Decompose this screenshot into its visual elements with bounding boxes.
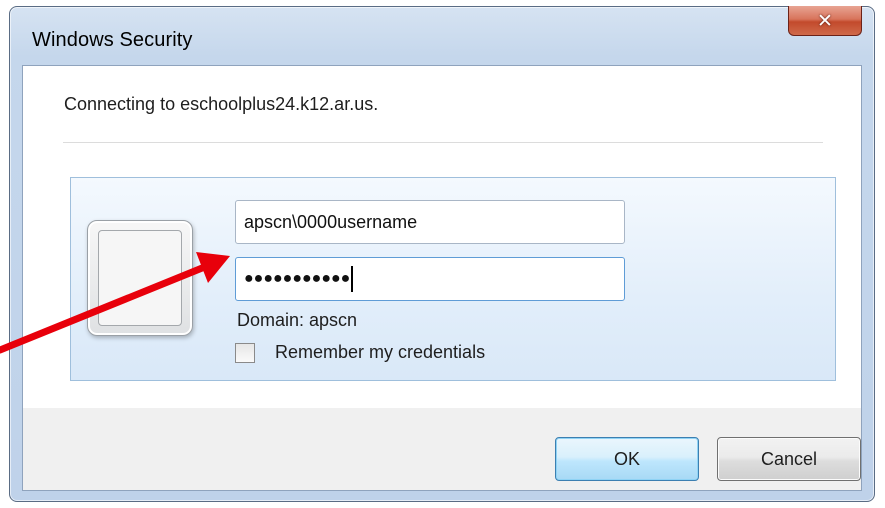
cancel-button-label: Cancel [760,448,818,469]
windows-security-dialog: Windows Security ✕ Connecting to eschool… [9,6,875,502]
password-field[interactable]: ●●●●●●●●●●● [235,257,625,301]
remember-credentials-row[interactable]: Remember my credentials [235,342,485,363]
credential-tile[interactable]: apscn\0000username ●●●●●●●●●●● Domain: a… [70,177,836,381]
cancel-button[interactable]: Cancel [717,437,861,481]
close-button[interactable]: ✕ [788,6,862,36]
window-title: Windows Security [32,29,193,51]
screenshot-stage: Windows Security ✕ Connecting to eschool… [0,0,885,508]
ok-button-label: OK [613,448,640,469]
user-tile-frame [98,230,182,326]
ok-button[interactable]: OK [555,437,699,481]
title-bar[interactable]: Windows Security ✕ [10,6,874,65]
remember-checkbox[interactable] [235,342,255,363]
remember-label[interactable]: Remember my credentials [275,342,485,363]
text-caret [351,266,354,292]
username-field[interactable]: apscn\0000username [235,200,625,244]
domain-label: Domain: apscn [237,310,358,330]
content-area: Connecting to eschoolplus24.k12.ar.us. a… [23,66,861,408]
username-value: apscn\0000username [244,211,418,232]
password-value: ●●●●●●●●●●● [244,270,351,287]
user-tile-icon [87,220,193,336]
close-icon: ✕ [817,9,833,32]
dialog-body: Connecting to eschoolplus24.k12.ar.us. a… [22,65,862,491]
separator-line [63,142,823,143]
connecting-message: Connecting to eschoolplus24.k12.ar.us. [64,94,379,114]
